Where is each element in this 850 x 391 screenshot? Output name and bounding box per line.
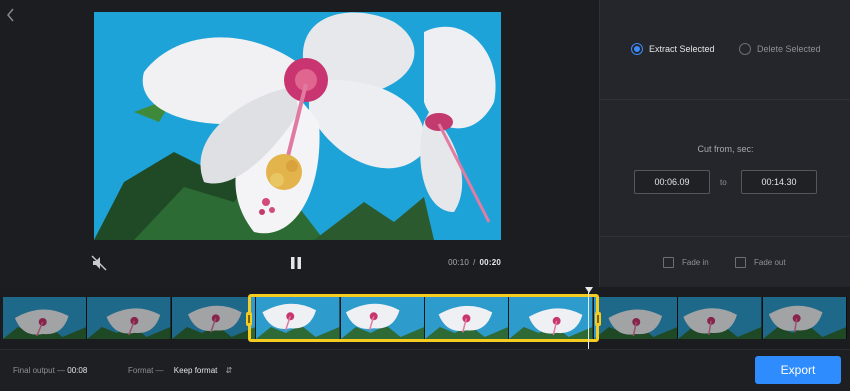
selection-range[interactable] — [246, 294, 601, 342]
video-preview[interactable] — [94, 12, 501, 240]
delete-selected-radio[interactable]: Delete Selected — [739, 43, 821, 55]
checkbox-unchecked-icon — [735, 257, 746, 268]
time-separator: / — [473, 258, 476, 267]
final-output-value: 00:08 — [67, 366, 88, 375]
up-down-caret-icon: ⇵ — [225, 366, 233, 375]
current-time: 00:10 — [448, 258, 470, 267]
export-button[interactable]: Export — [755, 356, 841, 384]
extract-selected-label: Extract Selected — [649, 44, 715, 54]
fade-out-checkbox[interactable]: Fade out — [735, 257, 786, 268]
format-label: Format — — [128, 366, 164, 375]
speaker-muted-icon[interactable] — [90, 254, 108, 272]
back-arrow-icon[interactable] — [4, 6, 18, 24]
settings-panel: Extract Selected Delete Selected Cut fro… — [599, 0, 850, 287]
radio-unselected-icon — [739, 43, 751, 55]
checkbox-unchecked-icon — [663, 257, 674, 268]
mode-section: Extract Selected Delete Selected — [600, 0, 850, 100]
cut-end-input[interactable] — [741, 170, 817, 194]
timeline[interactable] — [0, 287, 850, 349]
playback-time: 00:10/00:20 — [448, 258, 501, 267]
fade-section: Fade in Fade out — [600, 237, 850, 287]
unselected-region-right — [599, 297, 847, 339]
playhead-line — [588, 292, 589, 349]
selection-end-handle[interactable] — [595, 312, 601, 326]
editor-area: 00:10/00:20 — [0, 0, 599, 287]
unselected-region-left — [3, 297, 248, 339]
final-output: Final output — 00:08 — [13, 366, 87, 375]
flower-frame-image — [94, 12, 501, 240]
fade-in-checkbox[interactable]: Fade in — [663, 257, 709, 268]
cut-section: Cut from, sec: to — [600, 100, 850, 237]
fade-out-label: Fade out — [754, 258, 786, 267]
footer-bar: Final output — 00:08 Format — Keep forma… — [0, 349, 850, 391]
format-select[interactable]: Format — Keep format ⇵ — [128, 366, 232, 375]
playhead[interactable] — [585, 287, 593, 349]
radio-selected-icon — [631, 43, 643, 55]
selection-start-handle[interactable] — [246, 312, 252, 326]
playhead-knob-icon — [585, 287, 593, 293]
final-output-label: Final output — — [13, 366, 66, 375]
fade-in-label: Fade in — [682, 258, 709, 267]
cut-start-input[interactable] — [634, 170, 710, 194]
extract-selected-radio[interactable]: Extract Selected — [631, 43, 715, 55]
delete-selected-label: Delete Selected — [757, 44, 821, 54]
cut-from-label: Cut from, sec: — [697, 144, 754, 154]
format-value: Keep format — [173, 366, 218, 375]
to-label: to — [720, 178, 727, 187]
total-duration: 00:20 — [479, 258, 501, 267]
pause-icon[interactable] — [287, 254, 305, 272]
